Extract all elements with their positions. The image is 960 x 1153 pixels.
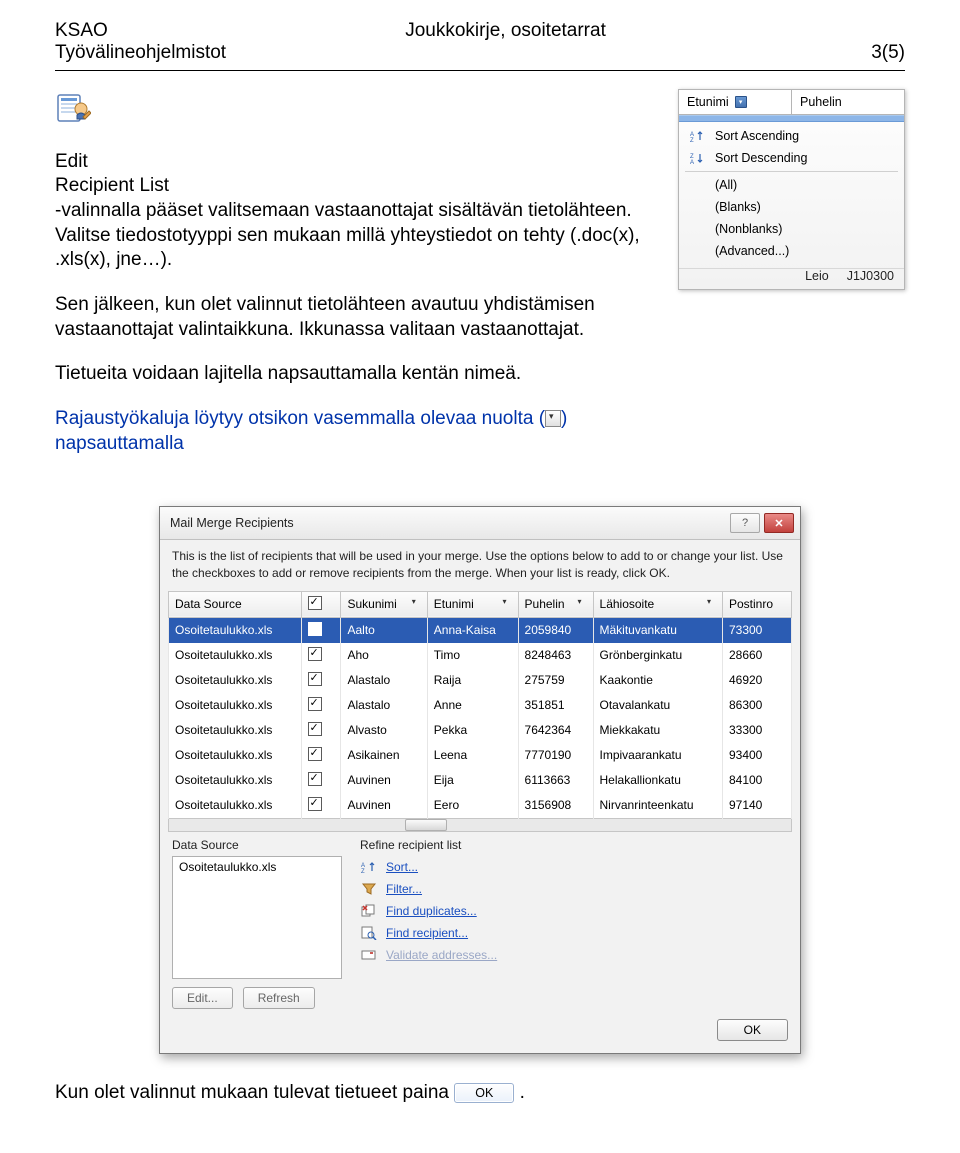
data-source-label: Data Source — [172, 838, 342, 852]
col-checkbox[interactable] — [302, 591, 341, 617]
paragraph-last: Kun olet valinnut mukaan tulevat tietuee… — [55, 1082, 905, 1104]
table-row[interactable]: Osoitetaulukko.xls AlvastoPekka 7642364M… — [169, 718, 792, 743]
paragraph-2: Sen jälkeen, kun olet valinnut tietoläht… — [55, 293, 658, 342]
selection-bar — [679, 115, 904, 122]
refine-find[interactable]: Find recipient... — [360, 922, 497, 944]
refresh-button[interactable]: Refresh — [243, 987, 315, 1009]
refine-label: Refine recipient list — [360, 838, 497, 852]
duplicates-icon — [360, 903, 378, 919]
header-org: KSAO — [55, 20, 226, 42]
paragraph-3: Tietueita voidaan lajitella napsauttamal… — [55, 362, 658, 387]
dropdown-arrow-icon — [545, 410, 561, 427]
col-sukunimi[interactable]: Sukunimi▾ — [341, 591, 427, 617]
sort-ascending-icon: AZ — [689, 129, 705, 143]
validate-icon — [360, 947, 378, 963]
chevron-down-icon[interactable]: ▾ — [735, 96, 747, 108]
edit-rl-line2: Recipient List — [55, 174, 658, 199]
dialog-title: Mail Merge Recipients — [170, 516, 730, 530]
filter-nonblanks-item[interactable]: (Nonblanks) — [679, 218, 904, 240]
col-postinro[interactable]: Postinro — [722, 591, 791, 617]
filter-column-puhelin[interactable]: Puhelin — [792, 90, 904, 114]
col-lahiosoite[interactable]: Lähiosoite▾ — [593, 591, 722, 617]
edit-rl-line1: Edit — [55, 150, 658, 175]
recipients-table: Data Source Sukunimi▾ Etunimi▾ Puhelin▾ … — [168, 591, 792, 832]
svg-text:Z: Z — [690, 138, 694, 143]
edit-recipient-list-button[interactable] — [55, 91, 91, 132]
table-row[interactable]: Osoitetaulukko.xls AlastaloRaija 275759K… — [169, 668, 792, 693]
check-all-icon[interactable] — [308, 596, 322, 610]
dialog-intro: This is the list of recipients that will… — [160, 540, 800, 590]
horizontal-scrollbar[interactable] — [169, 818, 792, 831]
table-row[interactable]: Osoitetaulukko.xls AsikainenLeena 777019… — [169, 743, 792, 768]
ok-button[interactable]: OK — [717, 1019, 788, 1041]
refine-sort[interactable]: AZ Sort... — [360, 856, 497, 878]
table-row[interactable]: Osoitetaulukko.xls AhoTimo 8248463Grönbe… — [169, 643, 792, 668]
edit-recipient-list-icon — [55, 116, 91, 130]
col-data-source[interactable]: Data Source — [169, 591, 302, 617]
paragraph-1 — [55, 89, 658, 130]
table-row[interactable]: Osoitetaulukko.xls AaltoAnna-Kaisa 20598… — [169, 617, 792, 643]
filter-all-item[interactable]: (All) — [679, 174, 904, 196]
filter-column-etunimi[interactable]: Etunimi ▾ — [679, 90, 792, 114]
sort-icon: AZ — [360, 859, 378, 875]
header-title: Joukkokirje, osoitetarrat — [226, 20, 785, 42]
col-puhelin[interactable]: Puhelin▾ — [518, 591, 593, 617]
sort-descending-item[interactable]: ZA Sort Descending — [679, 147, 904, 169]
header-rule — [55, 70, 905, 71]
table-row[interactable]: Osoitetaulukko.xls AuvinenEija 6113663He… — [169, 768, 792, 793]
ok-inline-button[interactable]: OK — [454, 1083, 514, 1103]
data-source-item[interactable]: Osoitetaulukko.xls — [179, 860, 335, 874]
filter-advanced-item[interactable]: (Advanced...) — [679, 240, 904, 262]
page-header: KSAO Työvälineohjelmistot Joukkokirje, o… — [55, 20, 905, 64]
page-number: 3(5) — [785, 42, 905, 64]
find-icon — [360, 925, 378, 941]
filter-icon — [360, 881, 378, 897]
filter-blanks-item[interactable]: (Blanks) — [679, 196, 904, 218]
paragraph-4: Rajaustyökaluja löytyy otsikon vasemmall… — [55, 407, 658, 456]
column-filter-menu: Etunimi ▾ Puhelin AZ Sort Ascending ZA — [678, 89, 905, 290]
menu-separator — [685, 171, 898, 172]
close-button[interactable]: ✕ — [764, 513, 794, 533]
svg-text:Z: Z — [361, 869, 365, 874]
data-source-list[interactable]: Osoitetaulukko.xls — [172, 856, 342, 979]
paragraph-1-text: -valinnalla pääset valitsemaan vastaanot… — [55, 200, 640, 270]
table-row[interactable]: Osoitetaulukko.xls AuvinenEero 3156908Ni… — [169, 793, 792, 819]
edit-button[interactable]: Edit... — [172, 987, 233, 1009]
header-course: Työvälineohjelmistot — [55, 42, 226, 64]
help-button[interactable]: ? — [730, 513, 760, 533]
sort-ascending-item[interactable]: AZ Sort Ascending — [679, 125, 904, 147]
table-row[interactable]: Osoitetaulukko.xls AlastaloAnne 351851Ot… — [169, 693, 792, 718]
refine-validate[interactable]: Validate addresses... — [360, 944, 497, 966]
refine-duplicates[interactable]: Find duplicates... — [360, 900, 497, 922]
col-etunimi[interactable]: Etunimi▾ — [427, 591, 518, 617]
refine-filter[interactable]: Filter... — [360, 878, 497, 900]
svg-text:A: A — [690, 160, 694, 165]
sort-descending-icon: ZA — [689, 151, 705, 165]
filter-panel-footer: Leio J1J0300 — [679, 268, 904, 289]
mail-merge-recipients-dialog: Mail Merge Recipients ? ✕ This is the li… — [159, 506, 801, 1053]
